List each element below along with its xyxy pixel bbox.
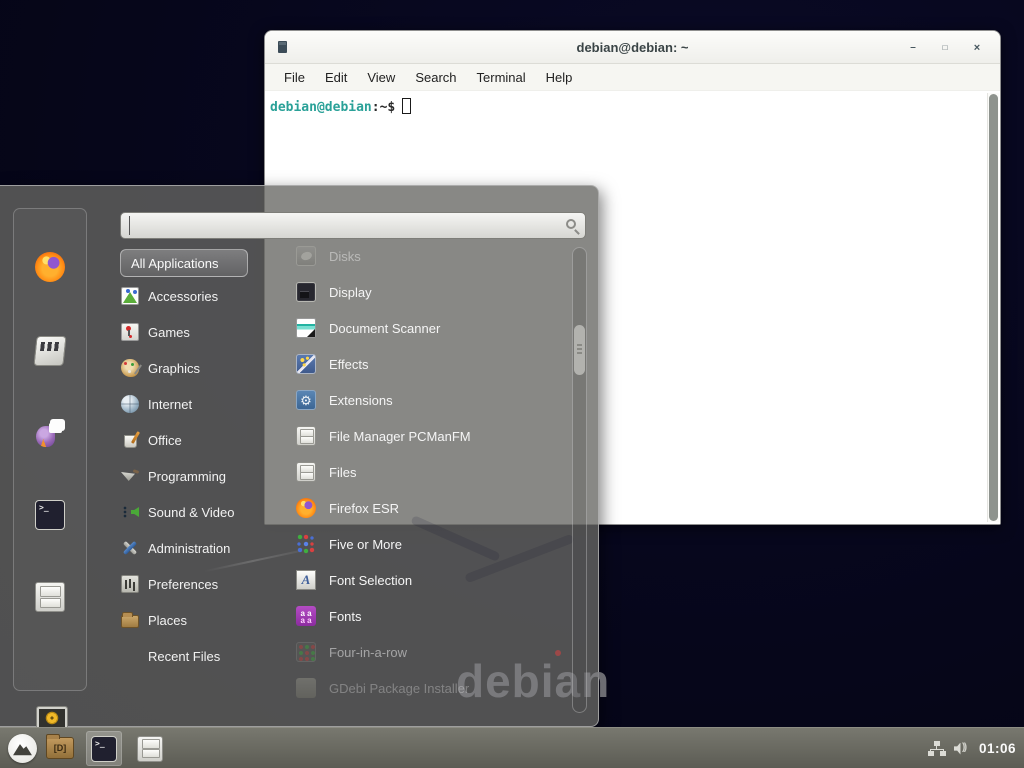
category-places[interactable]: Places [121,602,286,638]
category-sound-video[interactable]: Sound & Video [121,494,286,530]
terminal-scrollbar-thumb[interactable] [989,94,998,521]
extensions-gear-icon [296,390,316,410]
document-scanner-icon [296,318,316,338]
administration-tools-icon [121,539,139,557]
app-effects[interactable]: Effects [296,346,566,382]
app-gdebi-package-installer[interactable]: GDebi Package Installer [296,670,566,706]
menu-search[interactable]: Search [405,70,466,85]
category-recent-files[interactable]: Recent Files [121,638,286,674]
app-five-or-more[interactable]: Five or More [296,526,566,562]
taskbar-terminal-task[interactable] [86,731,122,766]
terminal-menubar: File Edit View Search Terminal Help [265,64,1000,91]
prompt-user-host: debian@debian [270,100,372,115]
menu-search-input[interactable] [129,216,559,235]
desktop-folder-label: [D] [54,743,67,753]
favorite-terminal-button[interactable] [35,500,65,530]
file-cabinet-icon [296,426,316,446]
app-menu-popup: debian All Applications Accessories Game… [0,185,599,727]
gdebi-icon [296,678,316,698]
prompt-suffix: :~$ [372,100,395,115]
network-icon[interactable] [928,741,946,756]
category-programming[interactable]: Programming [121,458,286,494]
category-accessories[interactable]: Accessories [121,278,286,314]
font-selection-icon [296,570,316,590]
menu-edit[interactable]: Edit [315,70,357,85]
filter-all-applications[interactable]: All Applications [120,249,248,277]
taskbar-file-manager-task[interactable] [132,731,168,766]
firefox-icon [296,498,316,518]
category-administration[interactable]: Administration [121,530,286,566]
disks-icon [296,246,316,266]
minimize-button[interactable]: – [900,31,926,64]
office-icon [121,431,139,449]
app-disks[interactable]: Disks [296,238,566,274]
effects-icon [296,354,316,374]
accessories-icon [121,287,139,305]
start-menu-button[interactable] [8,734,37,763]
terminal-icon [91,736,117,762]
favorite-file-manager-button[interactable] [35,582,65,612]
desktop-folder-button[interactable]: [D] [46,737,74,759]
volume-icon[interactable] [954,742,971,756]
file-cabinet-icon [296,462,316,482]
favorite-pidgin-button[interactable] [35,418,65,448]
preferences-icon [121,575,139,593]
favorite-firefox-button[interactable] [35,252,65,282]
app-font-selection[interactable]: Font Selection [296,562,566,598]
app-list-scrollbar-thumb[interactable] [574,325,585,375]
category-internet[interactable]: Internet [121,386,286,422]
favorites-panel [13,208,87,691]
search-icon [566,219,576,229]
desktop: debian@debian: ~ – □ × File Edit View Se… [0,0,1024,768]
programming-icon [121,467,139,485]
app-firefox-esr[interactable]: Firefox ESR [296,490,566,526]
app-list-scrollbar[interactable] [572,247,587,713]
app-display[interactable]: Display [296,274,566,310]
terminal-cursor [402,98,411,114]
category-office[interactable]: Office [121,422,286,458]
display-icon [296,282,316,302]
terminal-title: debian@debian: ~ [265,40,1000,55]
fonts-icon [296,606,316,626]
category-games[interactable]: Games [121,314,286,350]
games-icon [121,323,139,341]
clock[interactable]: 01:06 [979,741,1016,756]
terminal-prompt-line: debian@debian:~$ [265,91,1000,115]
app-files[interactable]: Files [296,454,566,490]
menu-help[interactable]: Help [536,70,583,85]
taskbar: [D] 01:06 [0,727,1024,768]
category-preferences[interactable]: Preferences [121,566,286,602]
sound-video-icon [121,503,139,521]
terminal-scrollbar[interactable] [987,93,999,522]
five-or-more-icon [296,534,316,554]
menu-file[interactable]: File [274,70,315,85]
app-document-scanner[interactable]: Document Scanner [296,310,566,346]
category-graphics[interactable]: Graphics [121,350,286,386]
maximize-button[interactable]: □ [932,31,958,64]
system-tray: 01:06 [928,728,1016,768]
file-cabinet-icon [137,736,163,762]
favorite-mixer-button[interactable] [33,336,66,366]
four-in-a-row-icon [296,642,316,662]
menu-view[interactable]: View [357,70,405,85]
graphics-icon [121,359,139,377]
places-folder-icon [121,615,139,628]
app-file-manager-pcmanfm[interactable]: File Manager PCManFM [296,418,566,454]
app-extensions[interactable]: Extensions [296,382,566,418]
terminal-titlebar[interactable]: debian@debian: ~ – □ × [265,31,1000,64]
close-button[interactable]: × [964,31,990,64]
app-fonts[interactable]: Fonts [296,598,566,634]
app-four-in-a-row[interactable]: Four-in-a-row [296,634,566,670]
internet-globe-icon [121,395,139,413]
menu-search-box [120,212,586,239]
menu-terminal[interactable]: Terminal [467,70,536,85]
filter-label: All Applications [131,256,218,271]
